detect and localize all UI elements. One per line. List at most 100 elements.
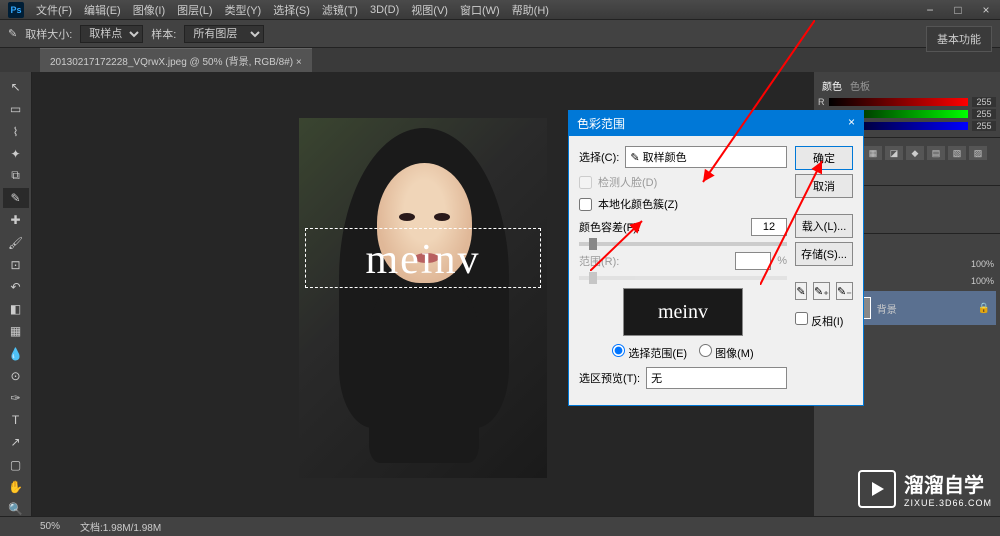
color-range-dialog: 色彩范围 × 选择(C): ✎ 取样颜色 检测人脸(D) 本地化颜色簇(Z) 颜…: [568, 110, 864, 406]
stamp-tool[interactable]: ⊡: [3, 255, 29, 275]
crop-tool[interactable]: ⧉: [3, 166, 29, 186]
b-value[interactable]: 255: [972, 121, 996, 131]
range-unit: %: [777, 255, 787, 267]
menu-layer[interactable]: 图层(L): [177, 2, 212, 18]
menu-select[interactable]: 选择(S): [273, 2, 310, 18]
lasso-tool[interactable]: ⌇: [3, 121, 29, 141]
document-tab[interactable]: 20130217172228_VQrwX.jpeg @ 50% (背景, RGB…: [40, 48, 312, 72]
adj-icon[interactable]: ▧: [948, 146, 966, 160]
dialog-close-button[interactable]: ×: [848, 115, 855, 132]
select-label: 选择(C):: [579, 149, 619, 165]
sample-size-label: 取样大小:: [25, 26, 72, 42]
watermark-sub: ZIXUE.3D66.COM: [904, 498, 992, 508]
blur-tool[interactable]: 💧: [3, 343, 29, 363]
detect-faces-label: 检测人脸(D): [598, 174, 657, 190]
menu-image[interactable]: 图像(I): [133, 2, 165, 18]
fuzziness-slider[interactable]: [579, 242, 787, 246]
detect-faces-checkbox: [579, 176, 592, 189]
save-button[interactable]: 存储(S)...: [795, 242, 853, 266]
select-dropdown[interactable]: ✎ 取样颜色: [625, 146, 787, 168]
opacity-value[interactable]: 100%: [971, 259, 994, 272]
dodge-tool[interactable]: ⊙: [3, 366, 29, 386]
image-radio[interactable]: 图像(M): [699, 344, 754, 361]
pen-tool[interactable]: ✑: [3, 388, 29, 408]
selection-preview-label: 选区预览(T):: [579, 370, 640, 386]
selection-preview-dropdown[interactable]: 无: [646, 367, 787, 389]
document-image: meinv: [299, 118, 547, 478]
workspace-switcher[interactable]: 基本功能: [926, 26, 992, 52]
cancel-button[interactable]: 取消: [795, 174, 853, 198]
selection-radio[interactable]: 选择范围(E): [612, 344, 687, 361]
menu-bar: Ps 文件(F) 编辑(E) 图像(I) 图层(L) 类型(Y) 选择(S) 滤…: [0, 0, 1000, 20]
watermark-main: 溜溜自学: [904, 469, 992, 498]
path-tool[interactable]: ↗: [3, 432, 29, 452]
site-watermark: 溜溜自学 ZIXUE.3D66.COM: [858, 469, 992, 508]
range-label: 范围(R):: [579, 253, 619, 269]
type-tool[interactable]: T: [3, 410, 29, 430]
r-label: R: [818, 97, 825, 107]
r-value[interactable]: 255: [972, 97, 996, 107]
play-icon: [858, 470, 896, 508]
adj-icon[interactable]: ◪: [885, 146, 903, 160]
doc-info: 文档:1.98M/1.98M: [80, 519, 161, 534]
minimize-button[interactable]: −: [916, 0, 944, 20]
range-slider: [579, 276, 787, 280]
preview-box: meinv: [623, 288, 743, 336]
healing-tool[interactable]: ✚: [3, 210, 29, 230]
gradient-tool[interactable]: ▦: [3, 321, 29, 341]
menu-filter[interactable]: 滤镜(T): [322, 2, 358, 18]
dialog-title: 色彩范围: [577, 115, 625, 132]
color-tab[interactable]: 颜色: [822, 78, 842, 93]
wand-tool[interactable]: ✦: [3, 144, 29, 164]
r-slider[interactable]: [829, 98, 969, 106]
adj-icon[interactable]: ◆: [906, 146, 924, 160]
sample-label: 样本:: [151, 26, 176, 42]
eyedropper-icon: ✎: [8, 27, 17, 40]
menu-file[interactable]: 文件(F): [36, 2, 72, 18]
tools-panel: ↖ ▭ ⌇ ✦ ⧉ ✎ ✚ 🖌 ⊡ ↶ ◧ ▦ 💧 ⊙ ✑ T ↗ ▢ ✋ 🔍: [0, 72, 32, 524]
eyedropper-subtract-icon[interactable]: ✎₋: [836, 282, 853, 300]
move-tool[interactable]: ↖: [3, 77, 29, 97]
lock-icon: 🔒: [978, 303, 990, 314]
selection-marquee: [305, 228, 541, 288]
swatches-tab[interactable]: 色板: [850, 78, 870, 93]
eraser-tool[interactable]: ◧: [3, 299, 29, 319]
sample-layers-select[interactable]: 所有图层: [184, 25, 264, 43]
hand-tool[interactable]: ✋: [3, 477, 29, 497]
g-value[interactable]: 255: [972, 109, 996, 119]
zoom-level[interactable]: 50%: [40, 521, 60, 532]
options-bar: ✎ 取样大小: 取样点 样本: 所有图层: [0, 20, 1000, 48]
brush-tool[interactable]: 🖌: [3, 232, 29, 252]
history-brush-tool[interactable]: ↶: [3, 277, 29, 297]
layer-name: 背景: [877, 301, 897, 316]
menu-3d[interactable]: 3D(D): [370, 4, 399, 16]
fill-value[interactable]: 100%: [971, 276, 994, 289]
load-button[interactable]: 载入(L)...: [795, 214, 853, 238]
eyedropper-add-icon[interactable]: ✎₊: [813, 282, 830, 300]
eyedropper-sample-icon[interactable]: ✎: [795, 282, 807, 300]
ok-button[interactable]: 确定: [795, 146, 853, 170]
maximize-button[interactable]: □: [944, 0, 972, 20]
app-logo: Ps: [8, 2, 24, 18]
menu-view[interactable]: 视图(V): [411, 2, 448, 18]
shape-tool[interactable]: ▢: [3, 454, 29, 474]
localized-label: 本地化颜色簇(Z): [598, 196, 678, 212]
adj-icon[interactable]: ▦: [864, 146, 882, 160]
menu-window[interactable]: 窗口(W): [460, 2, 500, 18]
localized-checkbox[interactable]: [579, 198, 592, 211]
status-bar: 50% 文档:1.98M/1.98M: [0, 516, 1000, 536]
range-input: [735, 252, 771, 270]
sample-size-select[interactable]: 取样点: [80, 25, 143, 43]
adj-icon[interactable]: ▨: [969, 146, 987, 160]
document-tabs: 20130217172228_VQrwX.jpeg @ 50% (背景, RGB…: [0, 48, 1000, 72]
adj-icon[interactable]: ▤: [927, 146, 945, 160]
menu-type[interactable]: 类型(Y): [225, 2, 262, 18]
marquee-tool[interactable]: ▭: [3, 99, 29, 119]
fuzziness-input[interactable]: [751, 218, 787, 236]
menu-help[interactable]: 帮助(H): [512, 2, 549, 18]
menu-edit[interactable]: 编辑(E): [84, 2, 121, 18]
close-button[interactable]: ×: [972, 0, 1000, 20]
eyedropper-tool[interactable]: ✎: [3, 188, 29, 208]
invert-checkbox[interactable]: 反相(I): [795, 312, 853, 329]
fuzziness-label: 颜色容差(F):: [579, 219, 640, 235]
